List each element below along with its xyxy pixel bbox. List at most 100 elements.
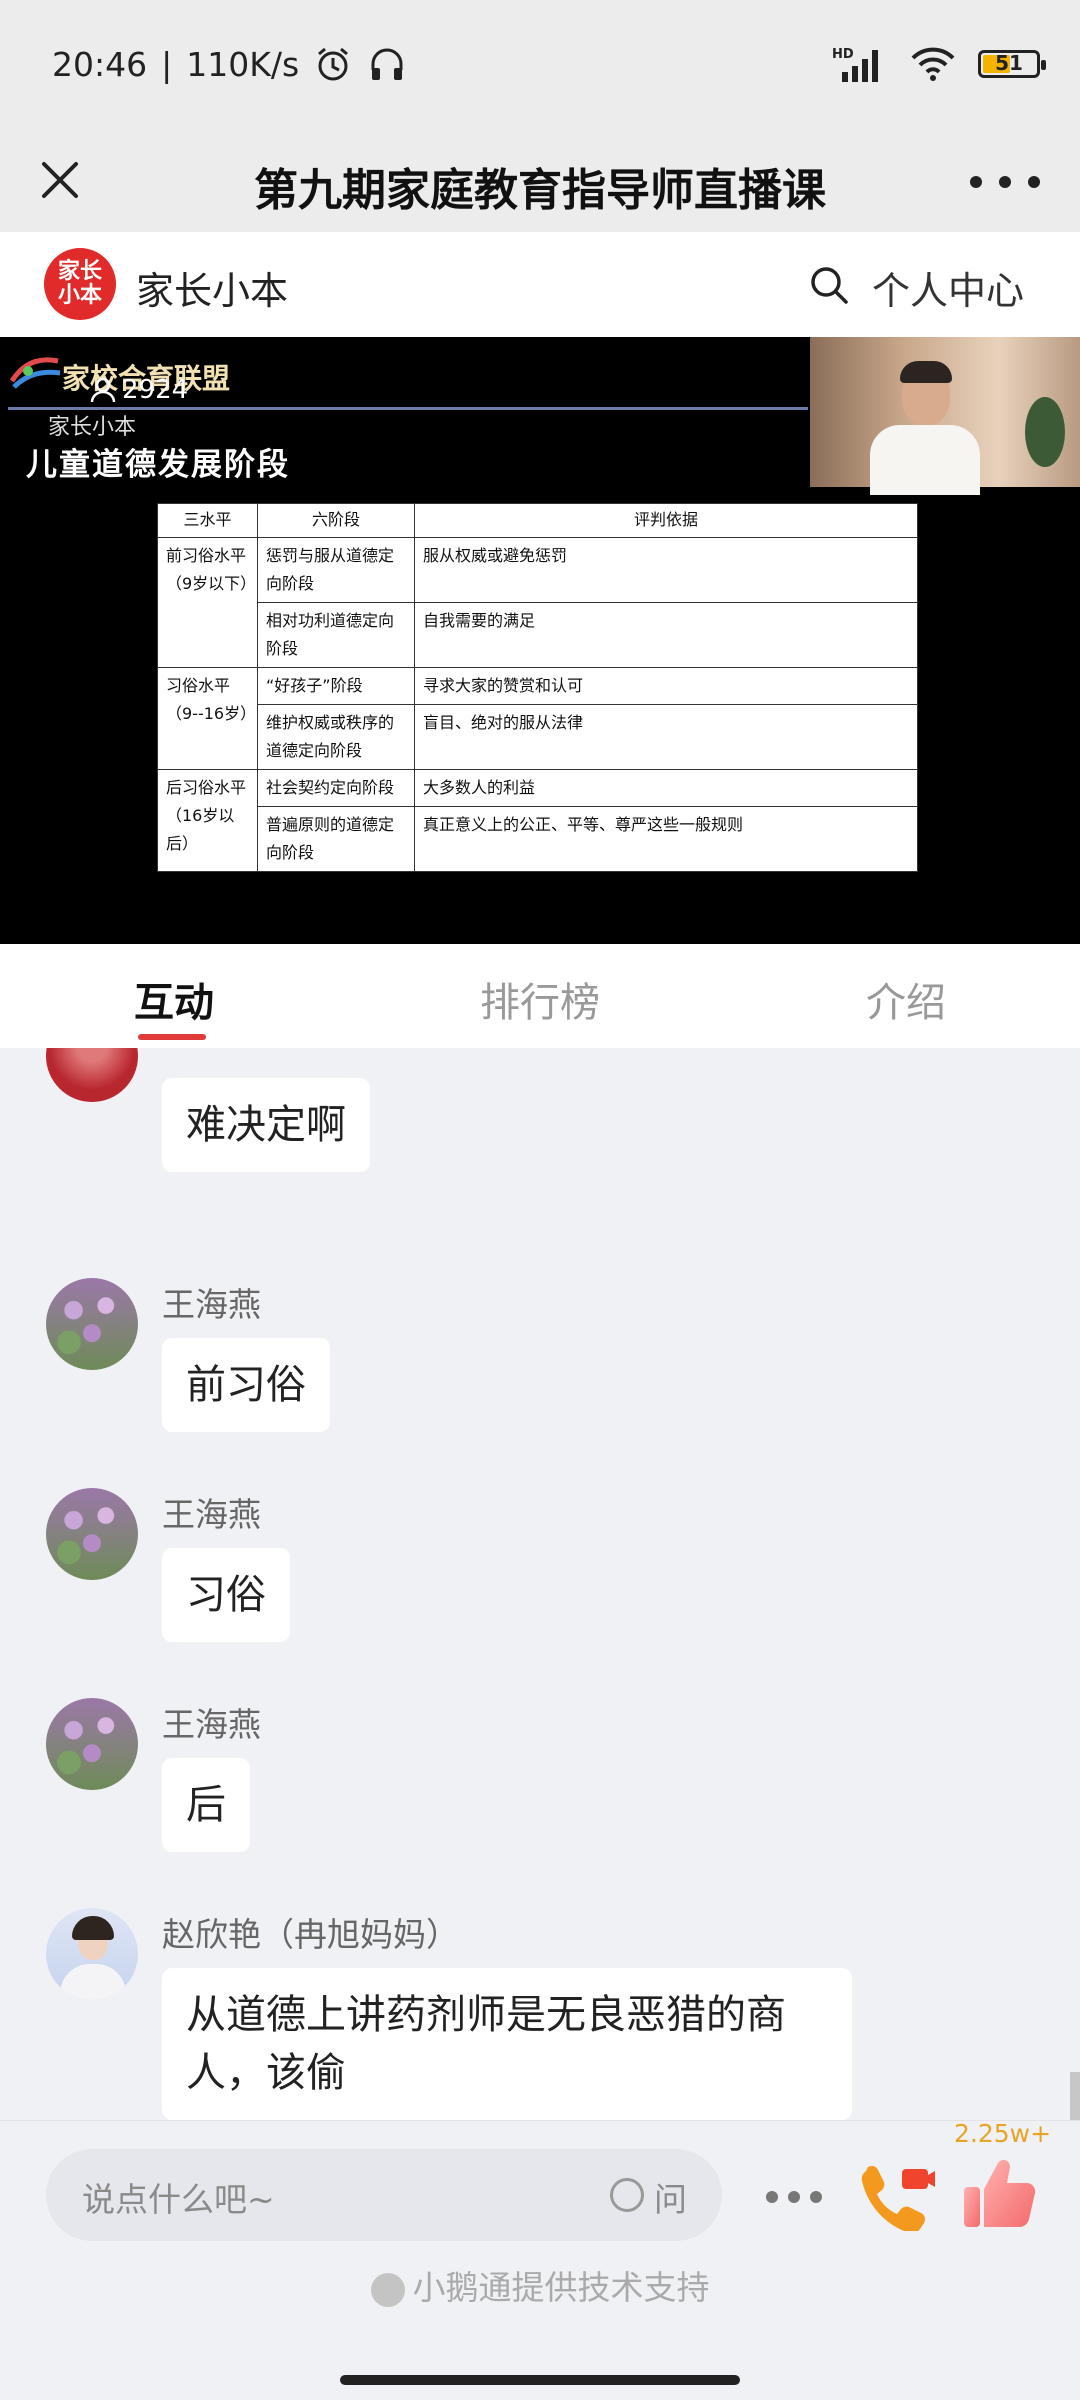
table-cell-stage: 维护权威或秩序的道德定向阶段 [257, 704, 415, 770]
close-button[interactable] [30, 150, 90, 210]
bottom-input-bar: 说点什么吧~ 问 2.25w+ 小鹅通提供技术支持 [0, 2119, 1080, 2400]
table-cell-stage: 相对功利道德定向阶段 [257, 602, 415, 668]
search-icon[interactable] [808, 264, 850, 306]
ask-question-toggle[interactable] [610, 2178, 644, 2212]
table-cell-stage: 普遍原则的道德定向阶段 [257, 806, 415, 872]
battery-icon: 51 [978, 50, 1046, 78]
brand-logo[interactable]: 家长小本 [44, 248, 116, 320]
message-bubble[interactable]: 后 [162, 1758, 250, 1852]
table-row: 维护权威或秩序的道德定向阶段 盲目、绝对的服从法律 [158, 704, 918, 770]
presenter-video[interactable] [810, 337, 1080, 495]
more-dot [970, 176, 982, 188]
more-options-button[interactable] [970, 162, 1040, 202]
table-cell-basis: 大多数人的利益 [414, 769, 918, 807]
table-header: 评判依据 [414, 503, 918, 538]
table-cell-basis: 寻求大家的赞赏和认可 [414, 667, 918, 705]
sender-name: 王海燕 [162, 1705, 261, 1744]
status-time: 20:46 [52, 44, 148, 84]
personal-center-link[interactable]: 个人中心 [872, 260, 1024, 315]
comment-placeholder: 说点什么吧~ [82, 2180, 275, 2219]
table-header-row: 三水平 六阶段 评判依据 [157, 503, 918, 538]
slide-subtitle: 家长小本 [48, 415, 137, 440]
battery-text: 51 [995, 51, 1023, 75]
avatar[interactable] [46, 1278, 138, 1370]
more-actions-button[interactable] [766, 2191, 822, 2203]
message-bubble[interactable]: 习俗 [162, 1548, 290, 1642]
ask-question-label[interactable]: 问 [654, 2173, 687, 2221]
active-tab-indicator [138, 1034, 206, 1040]
message-bubble[interactable]: 前习俗 [162, 1338, 330, 1432]
avatar-hair [72, 1916, 114, 1940]
svg-text:HD: HD [832, 47, 854, 62]
chat-scrollbar[interactable] [1070, 2072, 1080, 2120]
table-cell-basis: 盲目、绝对的服从法律 [414, 704, 918, 770]
more-dot [999, 176, 1011, 188]
table-cell-level: 习俗水平（9--16岁） [157, 667, 258, 770]
table-header: 三水平 [157, 503, 258, 538]
brand-bar: 家长小本 家长小本 个人中心 [0, 232, 1080, 337]
table-row: 前习俗水平（9岁以下） 惩罚与服从道德定向阶段 服从权威或避免惩罚 [157, 537, 918, 668]
table-cell-basis: 自我需要的满足 [414, 602, 918, 668]
person-icon [90, 377, 116, 403]
close-icon [42, 162, 78, 198]
sender-name: 王海燕 [162, 1285, 261, 1324]
table-cell-basis: 真正意义上的公正、平等、尊严这些一般规则 [414, 806, 918, 872]
sender-name: 王海燕 [162, 1495, 261, 1534]
table-cell-basis: 服从权威或避免惩罚 [414, 537, 918, 603]
chat-list[interactable]: 难决定啊 王海燕 前习俗 王海燕 习俗 王海燕 后 赵欣艳（冉旭妈妈） 从道德上… [0, 1048, 1080, 2120]
table-row: 相对功利道德定向阶段 自我需要的满足 [158, 602, 918, 668]
table-cell-level: 前习俗水平（9岁以下） [157, 537, 258, 668]
status-right: HD 51 [832, 44, 1046, 84]
wifi-icon [911, 47, 955, 81]
more-dot [1028, 176, 1040, 188]
table-row: 普遍原则的道德定向阶段 真正意义上的公正、平等、尊严这些一般规则 [158, 806, 918, 872]
viewer-count: 2924 [90, 375, 188, 405]
table-row: 后习俗水平（16岁以后） 社会契约定向阶段 大多数人的利益 [157, 769, 918, 872]
headphones-icon [371, 48, 403, 80]
live-video-player[interactable]: 家校合育联盟 家长小本 2924 儿童道德发展阶段 三水平 六阶段 评判依据 前… [0, 337, 1080, 944]
tab-bar: 互动 排行榜 介绍 [0, 944, 1080, 1048]
message-bubble[interactable]: 难决定啊 [162, 1078, 370, 1172]
xiaoetong-logo-icon [370, 2272, 405, 2307]
more-actions-dot [810, 2191, 822, 2203]
avatar-body [60, 1964, 126, 2000]
like-count: 2.25w+ [954, 2119, 1052, 2148]
presenter-body [870, 425, 980, 495]
tab-ranking[interactable]: 排行榜 [480, 970, 600, 1028]
comment-input[interactable]: 说点什么吧~ 问 [46, 2149, 722, 2241]
status-bar: 20:46 | 110K/s HD 51 [0, 0, 1080, 132]
presenter-hair [900, 361, 952, 383]
more-actions-dot [766, 2191, 778, 2203]
table-cell-stage: 社会契约定向阶段 [257, 769, 415, 807]
video-call-icon[interactable] [856, 2159, 936, 2231]
sender-name: 赵欣艳（冉旭妈妈） [162, 1915, 459, 1954]
status-left: 20:46 | 110K/s [52, 44, 407, 84]
page-title: 第九期家庭教育指导师直播课 [254, 165, 826, 216]
signal-icon: HD [832, 47, 878, 82]
presenter-plant [1025, 397, 1065, 467]
viewer-count-value: 2924 [122, 375, 189, 405]
more-actions-dot [788, 2191, 800, 2203]
table-header: 六阶段 [257, 503, 415, 538]
avatar[interactable] [46, 1698, 138, 1790]
title-bar: 第九期家庭教育指导师直播课 [0, 132, 1080, 232]
avatar[interactable] [46, 1488, 138, 1580]
table-cell-stage: “好孩子”阶段 [257, 667, 415, 705]
thumbs-up-icon[interactable] [960, 2155, 1038, 2231]
avatar[interactable] [46, 1908, 138, 2000]
league-logo-icon [9, 357, 61, 389]
tab-introduction[interactable]: 介绍 [866, 970, 946, 1028]
home-indicator[interactable] [340, 2375, 740, 2385]
message-bubble[interactable]: 从道德上讲药剂师是无良恶猎的商人，该偷 [162, 1968, 852, 2120]
status-speed: 110K/s [186, 44, 300, 84]
alarm-icon [318, 47, 349, 81]
table-cell-stage: 惩罚与服从道德定向阶段 [257, 537, 415, 603]
moral-stages-table: 三水平 六阶段 评判依据 前习俗水平（9岁以下） 惩罚与服从道德定向阶段 服从权… [157, 503, 918, 872]
tab-interaction[interactable]: 互动 [134, 970, 214, 1028]
table-row: 习俗水平（9--16岁） “好孩子”阶段 寻求大家的赞赏和认可 [157, 667, 918, 770]
table-cell-level: 后习俗水平（16岁以后） [157, 769, 258, 872]
brand-name[interactable]: 家长小本 [136, 260, 288, 315]
tech-support-text: 小鹅通提供技术支持 [0, 2261, 1080, 2309]
slide-title: 儿童道德发展阶段 [26, 447, 290, 483]
avatar[interactable] [46, 1048, 138, 1102]
